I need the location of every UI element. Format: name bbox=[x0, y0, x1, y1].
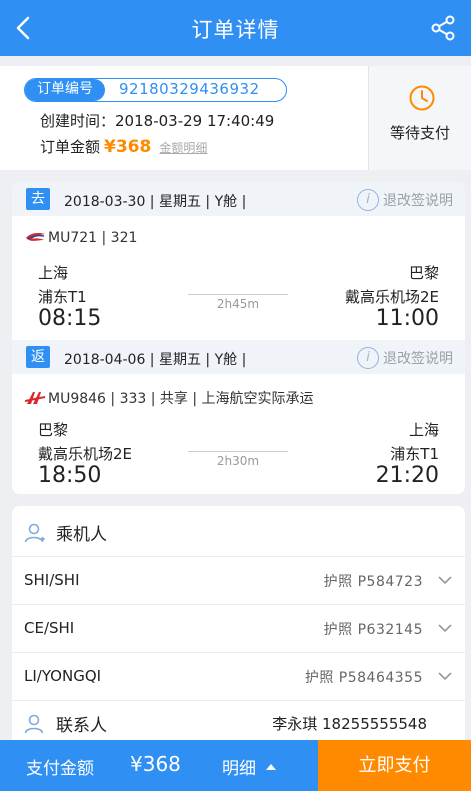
pay-detail-toggle[interactable]: 明细 bbox=[222, 754, 276, 779]
chevron-down-icon bbox=[438, 672, 452, 681]
chevron-down-icon bbox=[438, 576, 452, 585]
arrival-time: 21:20 bbox=[375, 463, 439, 488]
passenger-icon bbox=[24, 523, 45, 542]
arrival-time: 11:00 bbox=[375, 306, 439, 331]
passenger-name: CE/SHI bbox=[24, 619, 75, 637]
duration-line bbox=[188, 451, 288, 452]
segment-badge: 去 bbox=[26, 188, 50, 210]
shanghai-airlines-logo-icon bbox=[25, 392, 45, 404]
passenger-document: 护照 P584723 bbox=[323, 574, 423, 590]
passenger-name: SHI/SHI bbox=[24, 571, 80, 589]
order-amount: 订单金额 ¥368 金额明细 bbox=[40, 136, 207, 157]
chevron-down-icon bbox=[438, 624, 452, 633]
payment-bar: 支付金额 ¥368 明细 立即支付 bbox=[0, 740, 471, 791]
flight-segments-card: 去 2018-03-30 | 星期五 | Y舱 | i 退改签说明 MU721 … bbox=[12, 182, 465, 494]
info-icon: i bbox=[357, 347, 379, 369]
departure-time: 18:50 bbox=[38, 463, 102, 488]
info-icon: i bbox=[357, 189, 379, 211]
order-status: 等待支付 bbox=[389, 124, 450, 142]
segment-date: 2018-03-30 | 星期五 | Y舱 | bbox=[64, 194, 247, 210]
order-info: 订单编号 92180329436932 创建时间：2018-03-29 17:4… bbox=[0, 66, 368, 170]
created-time-value: 2018-03-29 17:40:49 bbox=[115, 112, 275, 130]
caret-up-icon bbox=[266, 763, 276, 770]
pay-amount-value: ¥368 bbox=[130, 752, 181, 776]
passengers-card: 乘机人 SHI/SHI 护照 P584723 CE/SHI 护照 P632145… bbox=[12, 506, 465, 746]
order-number-value: 92180329436932 bbox=[119, 80, 260, 98]
pay-now-button[interactable]: 立即支付 bbox=[318, 740, 471, 791]
departure-city: 上海 bbox=[38, 264, 69, 282]
flight-duration: 2h45m bbox=[216, 297, 260, 311]
refund-change-rules-link[interactable]: i 退改签说明 bbox=[357, 189, 453, 211]
departure-city: 巴黎 bbox=[38, 421, 69, 439]
order-number-box: 订单编号 92180329436932 bbox=[24, 78, 287, 102]
order-number-label: 订单编号 bbox=[25, 79, 105, 101]
flight-number-line: MU9846 | 333 | 共享 | 上海航空实际承运 bbox=[24, 388, 314, 408]
flight-number-line: MU721 | 321 bbox=[24, 230, 137, 246]
created-time-label: 创建时间： bbox=[40, 112, 116, 130]
page-title: 订单详情 bbox=[191, 18, 280, 42]
passengers-title: 乘机人 bbox=[24, 520, 107, 545]
order-amount-label: 订单金额 bbox=[40, 138, 101, 156]
segment-header-return: 返 2018-04-06 | 星期五 | Y舱 | i 退改签说明 bbox=[12, 340, 465, 374]
arrival-city: 上海 bbox=[408, 421, 439, 439]
passenger-row[interactable]: CE/SHI 护照 P632145 bbox=[12, 604, 465, 652]
nav-header: 订单详情 bbox=[0, 0, 471, 56]
passenger-name: LI/YONGQI bbox=[24, 667, 102, 685]
flight-duration: 2h30m bbox=[216, 454, 260, 468]
order-amount-value: ¥368 bbox=[104, 137, 152, 157]
arrival-terminal: 戴高乐机场2E bbox=[344, 288, 439, 306]
order-status-panel: 等待支付 bbox=[368, 66, 471, 170]
arrival-terminal: 浦东T1 bbox=[390, 445, 439, 463]
payment-summary: 支付金额 ¥368 明细 bbox=[0, 740, 318, 791]
refund-change-rules-link[interactable]: i 退改签说明 bbox=[357, 347, 453, 369]
arrival-city: 巴黎 bbox=[408, 264, 439, 282]
contact-title: 联系人 bbox=[24, 711, 107, 736]
contact-person-icon bbox=[24, 714, 44, 733]
amount-detail-link[interactable]: 金额明细 bbox=[159, 139, 207, 156]
segment-date: 2018-04-06 | 星期五 | Y舱 | bbox=[64, 352, 247, 368]
departure-terminal: 浦东T1 bbox=[38, 288, 87, 306]
departure-time: 08:15 bbox=[38, 306, 102, 331]
duration-line bbox=[188, 294, 288, 295]
departure-terminal: 戴高乐机场2E bbox=[38, 445, 133, 463]
china-eastern-logo-icon bbox=[26, 233, 45, 241]
passenger-document: 护照 P632145 bbox=[323, 622, 423, 638]
share-icon[interactable] bbox=[429, 14, 457, 42]
created-time: 创建时间：2018-03-29 17:40:49 bbox=[40, 110, 274, 131]
pay-amount-label: 支付金额 bbox=[26, 759, 94, 779]
segment-badge: 返 bbox=[26, 346, 50, 368]
segment-header-outbound: 去 2018-03-30 | 星期五 | Y舱 | i 退改签说明 bbox=[12, 182, 465, 216]
clock-icon bbox=[409, 85, 435, 111]
passenger-row[interactable]: LI/YONGQI 护照 P58464355 bbox=[12, 652, 465, 700]
passenger-row[interactable]: SHI/SHI 护照 P584723 bbox=[12, 556, 465, 604]
order-summary-card: 订单编号 92180329436932 创建时间：2018-03-29 17:4… bbox=[0, 66, 471, 170]
passenger-document: 护照 P58464355 bbox=[304, 670, 423, 686]
contact-value: 李永琪 18255555548 bbox=[272, 715, 427, 733]
